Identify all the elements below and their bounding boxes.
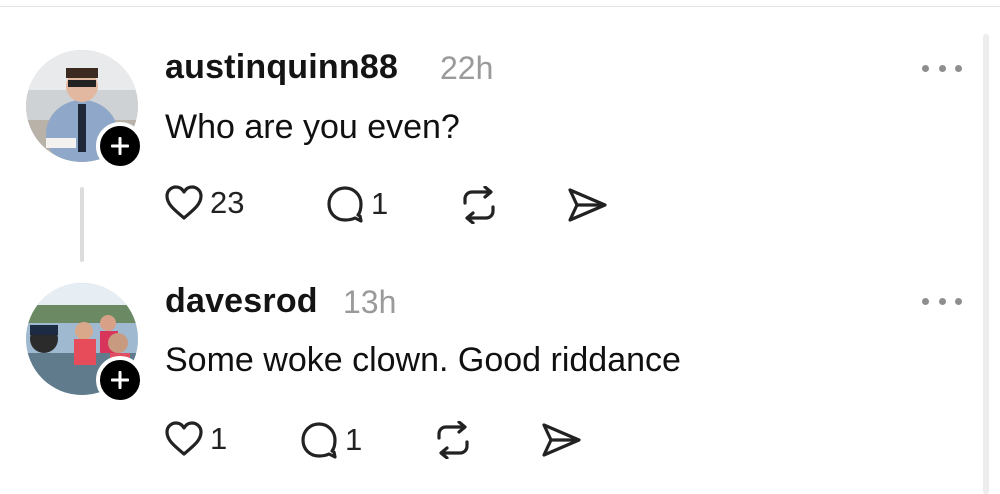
scrollbar[interactable] (983, 34, 989, 494)
share-button[interactable] (541, 421, 583, 459)
more-dot (955, 297, 962, 305)
more-dot (922, 297, 929, 305)
more-dot (938, 297, 946, 305)
reply-count: 1 (345, 422, 363, 457)
follow-button[interactable] (96, 356, 144, 404)
timestamp: 13h (343, 284, 397, 320)
send-icon (542, 423, 581, 457)
heart-icon (165, 421, 203, 456)
repost-button[interactable] (433, 421, 473, 459)
repost-icon (437, 421, 469, 459)
like-button[interactable]: 1 (164, 420, 227, 458)
plus-icon (111, 371, 129, 389)
more-button[interactable] (922, 291, 962, 311)
comment-icon (301, 422, 337, 459)
post-text: Some woke clown. Good riddance (165, 341, 681, 379)
post-2: davesrod 13h Some woke clown. Good ridda… (0, 0, 980, 494)
reply-button[interactable]: 1 (299, 420, 362, 460)
like-count: 1 (210, 421, 228, 456)
username[interactable]: davesrod (165, 282, 318, 321)
